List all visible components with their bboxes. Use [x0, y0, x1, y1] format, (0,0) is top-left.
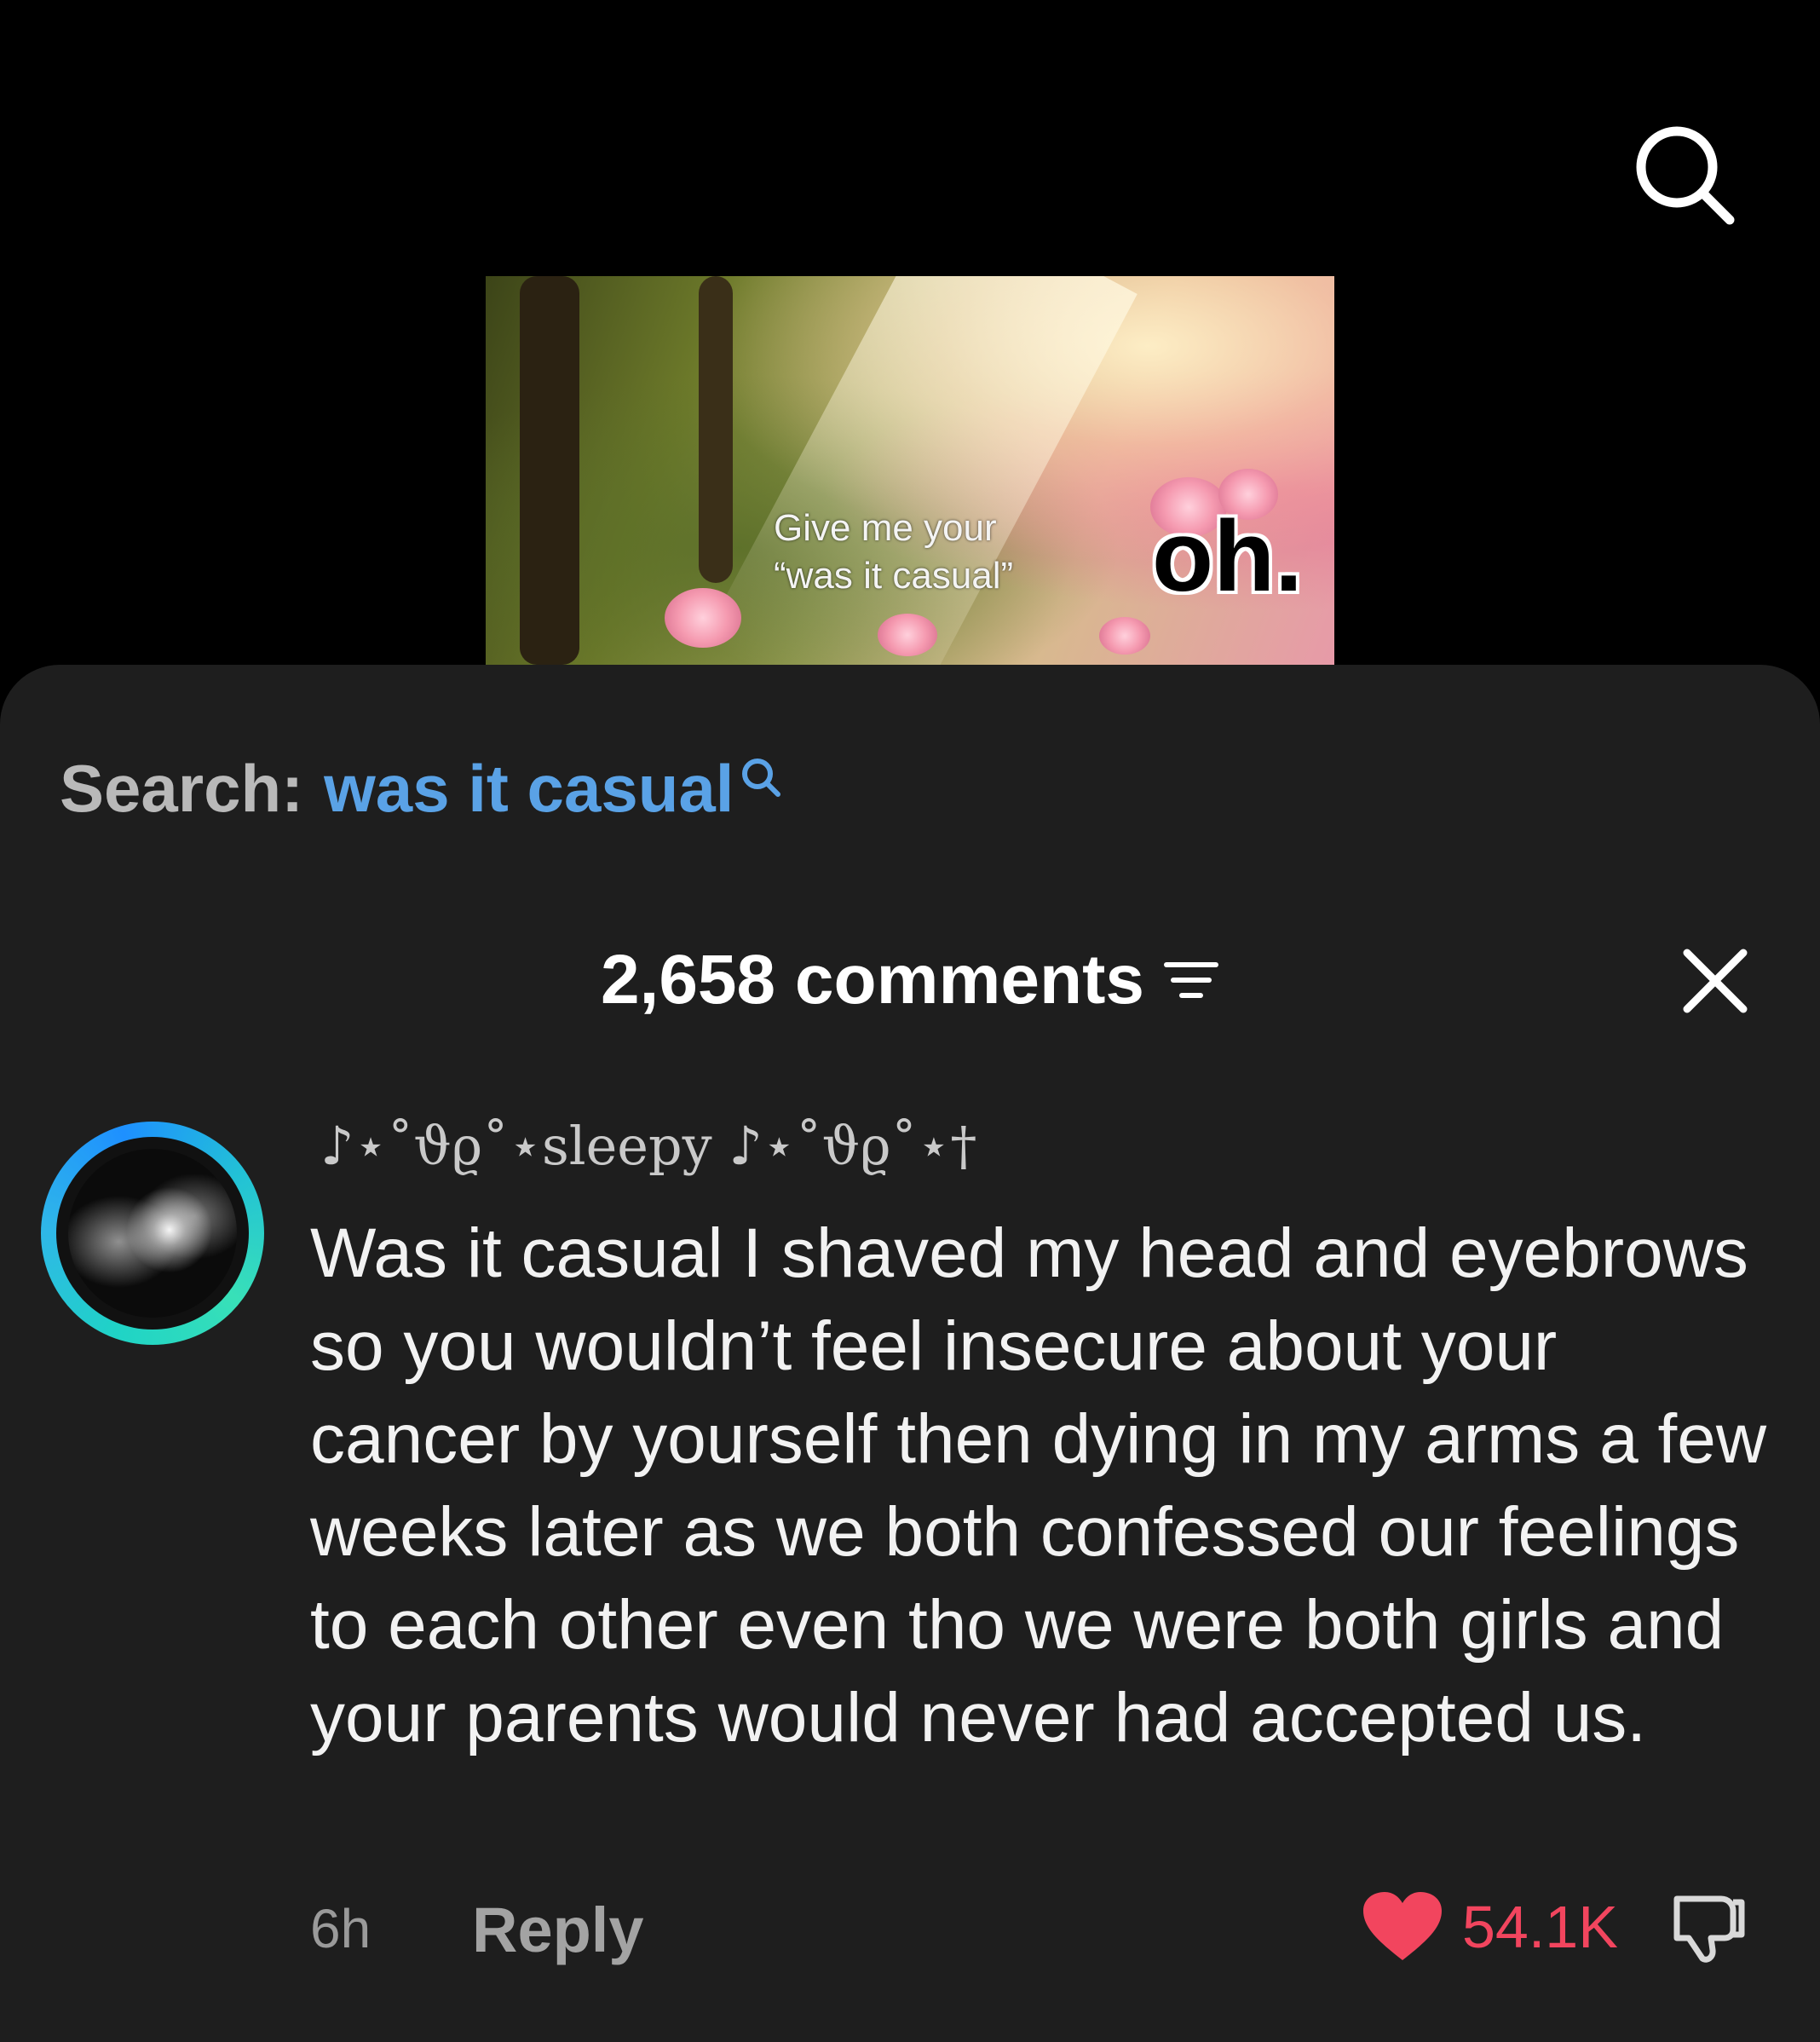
- like-button[interactable]: 54.1K: [1362, 1889, 1618, 1965]
- comment-username[interactable]: ♪⋆˚ϑϱ˚⋆sleepy ♪⋆˚ϑϱ˚⋆†: [320, 1115, 976, 1177]
- tree-trunk: [699, 276, 733, 583]
- sort-icon[interactable]: [1163, 956, 1219, 1004]
- comment-text: Was it casual I shaved my head and eyebr…: [310, 1214, 1767, 1756]
- close-icon: [1683, 949, 1748, 1013]
- comment-footer: 6h Reply 54.1K: [310, 1889, 1759, 1965]
- thumbnail-caption: Give me your “was it casual”: [774, 507, 1014, 597]
- search-suggestion[interactable]: Search: was it casual: [60, 750, 783, 828]
- tree-trunk: [520, 276, 579, 665]
- heart-icon: [1363, 1892, 1442, 1960]
- flower: [665, 588, 741, 648]
- search-query-link[interactable]: was it casual: [324, 750, 734, 828]
- reply-button[interactable]: Reply: [472, 1894, 644, 1966]
- flower: [1099, 617, 1150, 655]
- search-prefix: Search:: [60, 751, 304, 826]
- flower: [878, 614, 937, 656]
- search-icon: [742, 758, 781, 797]
- close-button[interactable]: [1677, 943, 1754, 1019]
- dislike-button[interactable]: [1668, 1887, 1750, 1973]
- dislike-icon: [1673, 1895, 1745, 1963]
- oh-sticker: oh.: [1150, 500, 1305, 613]
- comments-sheet: Search: was it casual 2,658 comments ♪⋆˚…: [0, 665, 1820, 2042]
- comment-time: 6h: [310, 1898, 371, 1959]
- avatar-frame: [56, 1137, 249, 1330]
- comments-count: 2,658 comments: [600, 941, 1145, 1018]
- sunbeam: [701, 276, 1138, 665]
- like-count: 54.1K: [1462, 1894, 1618, 1960]
- top-search-button[interactable]: [1629, 119, 1740, 230]
- avatar[interactable]: [41, 1122, 264, 1345]
- comments-header: 2,658 comments: [0, 937, 1820, 1023]
- avatar-image: [68, 1149, 237, 1318]
- search-icon: [1636, 126, 1735, 225]
